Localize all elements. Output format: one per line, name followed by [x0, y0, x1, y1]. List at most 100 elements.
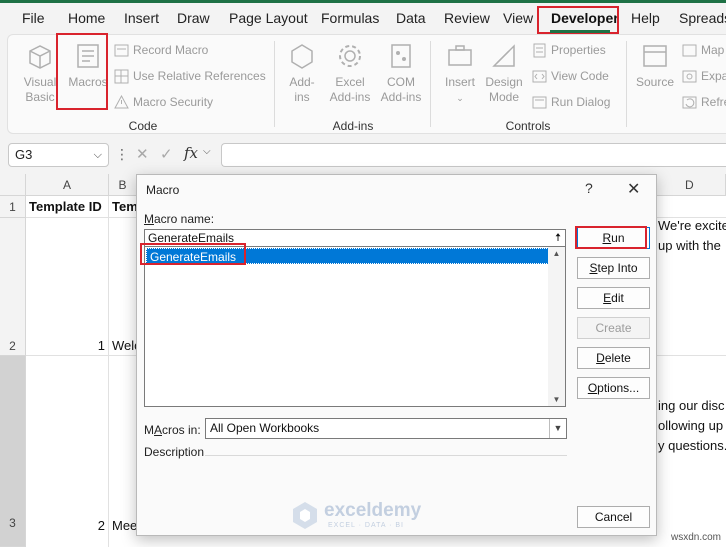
tab-page-layout[interactable]: Page Layout	[229, 3, 308, 33]
design-mode-label-1: Design	[485, 75, 523, 89]
source-button[interactable]: Source	[632, 41, 678, 90]
macro-list[interactable]: GenerateEmails ▲ ▼	[144, 247, 566, 407]
macro-security-label: Macro Security	[133, 95, 214, 109]
row-header-3[interactable]: 3	[0, 356, 26, 547]
macros-in-value: All Open Workbooks	[210, 421, 320, 435]
chevron-down-icon[interactable]: ⌵	[94, 144, 102, 166]
macros-in-select[interactable]: All Open Workbooks ▼	[205, 418, 567, 439]
macros-in-accel: A	[154, 423, 163, 437]
cell-b3[interactable]: Mee	[112, 518, 136, 533]
chevron-down-icon[interactable]: ⌵	[203, 146, 211, 157]
add-ins-button[interactable]: Add- ins	[284, 41, 320, 105]
row-header-1[interactable]: 1	[0, 196, 26, 218]
relative-references-button[interactable]: Use Relative References	[114, 66, 266, 86]
tab-view[interactable]: View	[503, 3, 533, 33]
properties-button[interactable]: Properties	[532, 40, 606, 60]
watermark-subtitle: EXCEL · DATA · BI	[328, 522, 404, 529]
macros-highlight	[56, 33, 108, 110]
run-button-highlight	[575, 226, 647, 249]
edit-button[interactable]: Edit	[577, 287, 650, 309]
cell-d2-line: We're excited	[658, 218, 726, 233]
cell-b2[interactable]: Welc	[112, 338, 136, 353]
cell-b1[interactable]: Tem	[112, 199, 136, 214]
tab-spreadsheet[interactable]: Spreads	[679, 3, 726, 33]
tab-home[interactable]: Home	[68, 3, 105, 33]
com-add-ins-button[interactable]: COM Add-ins	[376, 41, 426, 105]
chevron-down-icon[interactable]: ▼	[549, 419, 566, 438]
close-icon[interactable]: ✕	[627, 179, 640, 199]
expansion-packs-button[interactable]: Expa	[682, 66, 726, 86]
cell-a3[interactable]: 2	[30, 518, 105, 533]
insert-control-button[interactable]: Insert ⌄	[440, 41, 480, 106]
source-icon	[643, 45, 667, 67]
list-scrollbar[interactable]: ▲ ▼	[548, 247, 565, 406]
tab-data[interactable]: Data	[396, 3, 426, 33]
name-box[interactable]: G3 ⌵	[8, 143, 109, 167]
com-add-ins-label-2: Add-ins	[380, 90, 422, 104]
cancel-button[interactable]: Cancel	[577, 506, 650, 528]
controls-group-label: Controls	[505, 119, 551, 133]
refresh-data-button[interactable]: Refre	[682, 92, 726, 112]
cell-d3-line: ollowing up	[658, 418, 724, 433]
create-button[interactable]: Create	[577, 317, 650, 339]
step-into-button[interactable]: Step Into	[577, 257, 650, 279]
column-header-b[interactable]: B	[109, 174, 137, 196]
more-options-icon[interactable]: ⋮	[115, 146, 129, 163]
column-header-d[interactable]: D	[657, 174, 726, 196]
view-code-icon	[532, 70, 547, 83]
help-icon[interactable]: ?	[585, 180, 593, 196]
tab-review[interactable]: Review	[444, 3, 490, 33]
tab-formulas[interactable]: Formulas	[321, 3, 379, 33]
design-mode-icon	[492, 44, 515, 67]
com-add-ins-label-1: COM	[387, 75, 415, 89]
design-mode-button[interactable]: Design Mode	[482, 41, 526, 105]
formula-input[interactable]	[221, 143, 726, 167]
view-code-button[interactable]: View Code	[532, 66, 609, 86]
description-divider	[205, 455, 567, 456]
refresh-icon	[682, 96, 697, 109]
check-icon[interactable]: ✓	[160, 145, 173, 163]
visual-basic-icon	[29, 45, 51, 69]
edit-accel: E	[603, 291, 612, 305]
design-mode-label-2: Mode	[488, 90, 520, 104]
macros-in-prefix: M	[144, 423, 154, 437]
step-into-label: tep Into	[597, 261, 638, 275]
add-ins-label-1: Add-	[289, 75, 315, 89]
tab-help[interactable]: Help	[631, 3, 660, 33]
map-properties-button[interactable]: Map	[682, 40, 724, 60]
excel-add-ins-label-1: Excel	[335, 75, 365, 89]
relative-references-icon	[114, 69, 129, 84]
macro-security-button[interactable]: Macro Security	[114, 92, 213, 112]
watermark-name: exceldemy	[324, 500, 422, 521]
excel-add-ins-button[interactable]: Excel Add-ins	[326, 41, 374, 105]
scroll-up-icon[interactable]: ▲	[548, 249, 565, 258]
cell-a2[interactable]: 1	[30, 338, 105, 353]
cell-a1[interactable]: Template ID	[29, 199, 102, 214]
insert-function-icon[interactable]: fx	[184, 144, 198, 162]
dialog-title: Macro	[146, 183, 180, 197]
column-header-a[interactable]: A	[26, 174, 109, 196]
source-label: Source	[635, 75, 675, 89]
select-all-corner[interactable]	[0, 174, 26, 196]
upload-arrow-icon[interactable]: 🠅	[551, 230, 565, 246]
tab-draw[interactable]: Draw	[177, 3, 210, 33]
cancel-icon[interactable]: ✕	[136, 145, 149, 163]
macro-name-label: Macro name:	[144, 212, 214, 226]
delete-button[interactable]: Delete	[577, 347, 650, 369]
tab-insert[interactable]: Insert	[124, 3, 159, 33]
visual-basic-button[interactable]: Visual Basic	[22, 41, 58, 105]
macro-item-highlight	[140, 243, 246, 265]
run-dialog-button[interactable]: Run Dialog	[532, 92, 610, 112]
add-ins-group-label: Add-ins	[332, 119, 374, 133]
site-watermark: wsxdn.com	[671, 532, 722, 543]
scroll-down-icon[interactable]: ▼	[548, 395, 565, 404]
visual-basic-label-1: Visual	[23, 75, 57, 89]
record-macro-button[interactable]: Record Macro	[114, 40, 208, 60]
chevron-down-icon: ⌄	[456, 93, 464, 103]
tab-file[interactable]: File	[22, 3, 45, 33]
delete-label: elete	[604, 351, 631, 365]
macro-dialog: Macro ? ✕ Macro name: GenerateEmails 🠅 G…	[136, 174, 657, 536]
properties-icon	[533, 43, 546, 58]
row-header-2[interactable]: 2	[0, 218, 26, 356]
options-button[interactable]: Options...	[577, 377, 650, 399]
